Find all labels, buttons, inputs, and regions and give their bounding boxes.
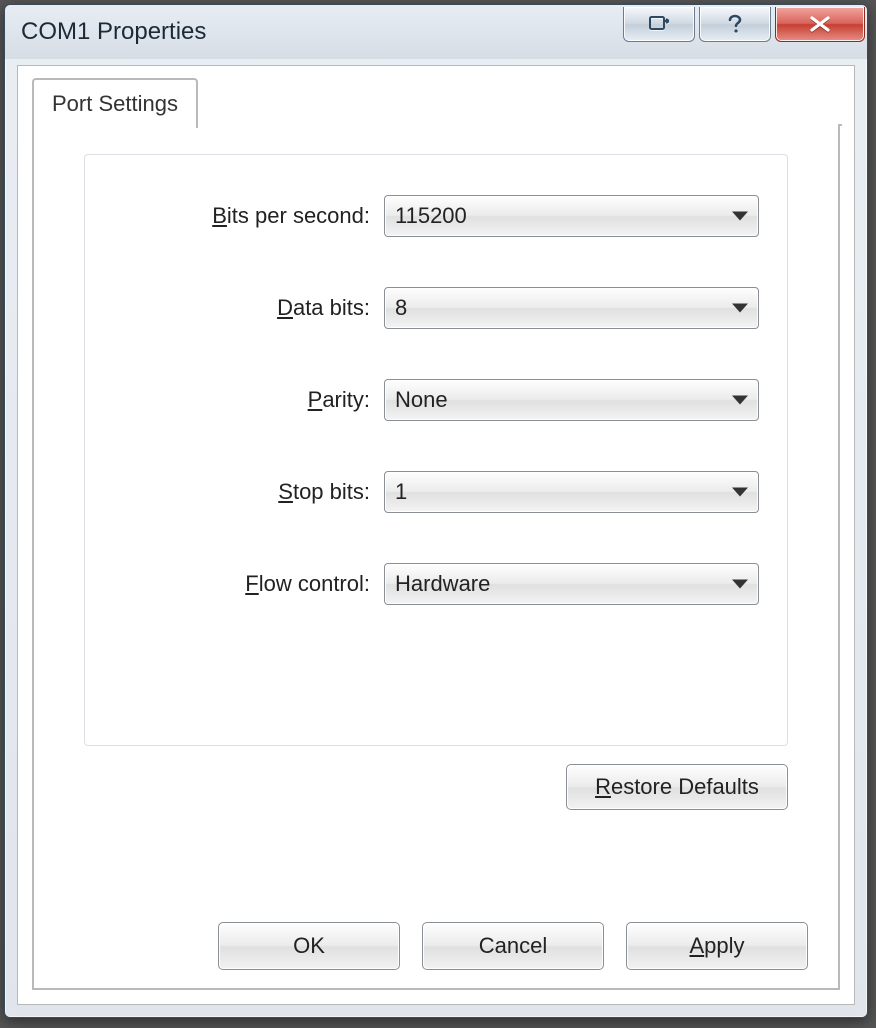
apply-button[interactable]: Apply	[626, 922, 808, 970]
row-data-bits: Data bits: 8	[85, 287, 759, 329]
combo-parity[interactable]: None	[384, 379, 759, 421]
row-flow-control: Flow control: Hardware	[85, 563, 759, 605]
label-flow-control: Flow control:	[85, 571, 370, 597]
label-bits-per-second: Bits per second:	[85, 203, 370, 229]
client-area: Port Settings Bits per second: 115200 Da…	[17, 65, 855, 1005]
tab-label: Port Settings	[52, 91, 178, 117]
combo-data-bits[interactable]: 8	[384, 287, 759, 329]
titlebar: COM1 Properties	[5, 5, 867, 59]
chevron-down-icon	[732, 488, 748, 497]
tab-mask	[34, 124, 196, 128]
row-stop-bits: Stop bits: 1	[85, 471, 759, 513]
chevron-down-icon	[732, 304, 748, 313]
combo-value: Hardware	[395, 571, 490, 597]
help-button[interactable]	[699, 7, 771, 42]
combo-value: 1	[395, 479, 407, 505]
chevron-down-icon	[732, 580, 748, 589]
row-parity: Parity: None	[85, 379, 759, 421]
row-bits-per-second: Bits per second: 115200	[85, 195, 759, 237]
popup-icon	[649, 15, 669, 33]
form: Bits per second: 115200 Data bits: 8	[85, 195, 787, 655]
tab-body: Bits per second: 115200 Data bits: 8	[32, 124, 840, 990]
tab-port-settings[interactable]: Port Settings	[32, 78, 198, 128]
settings-group: Bits per second: 115200 Data bits: 8	[84, 154, 788, 746]
dialog-window: COM1 Properties	[4, 4, 868, 1018]
cancel-button[interactable]: Cancel	[422, 922, 604, 970]
combo-value: 115200	[395, 203, 467, 229]
chevron-down-icon	[732, 212, 748, 221]
question-icon	[727, 14, 743, 34]
label-stop-bits: Stop bits:	[85, 479, 370, 505]
caption-buttons	[623, 7, 867, 42]
context-help-extra-button[interactable]	[623, 7, 695, 42]
combo-value: 8	[395, 295, 407, 321]
combo-stop-bits[interactable]: 1	[384, 471, 759, 513]
label-parity: Parity:	[85, 387, 370, 413]
combo-value: None	[395, 387, 448, 413]
chevron-down-icon	[732, 396, 748, 405]
close-button[interactable]	[775, 7, 865, 42]
combo-flow-control[interactable]: Hardware	[384, 563, 759, 605]
label-data-bits: Data bits:	[85, 295, 370, 321]
close-icon	[809, 16, 831, 32]
dialog-footer: OK Cancel Apply	[34, 922, 838, 970]
window-title: COM1 Properties	[21, 18, 206, 46]
restore-defaults-button[interactable]: Restore Defaults	[566, 764, 788, 810]
combo-bits-per-second[interactable]: 115200	[384, 195, 759, 237]
ok-button[interactable]: OK	[218, 922, 400, 970]
